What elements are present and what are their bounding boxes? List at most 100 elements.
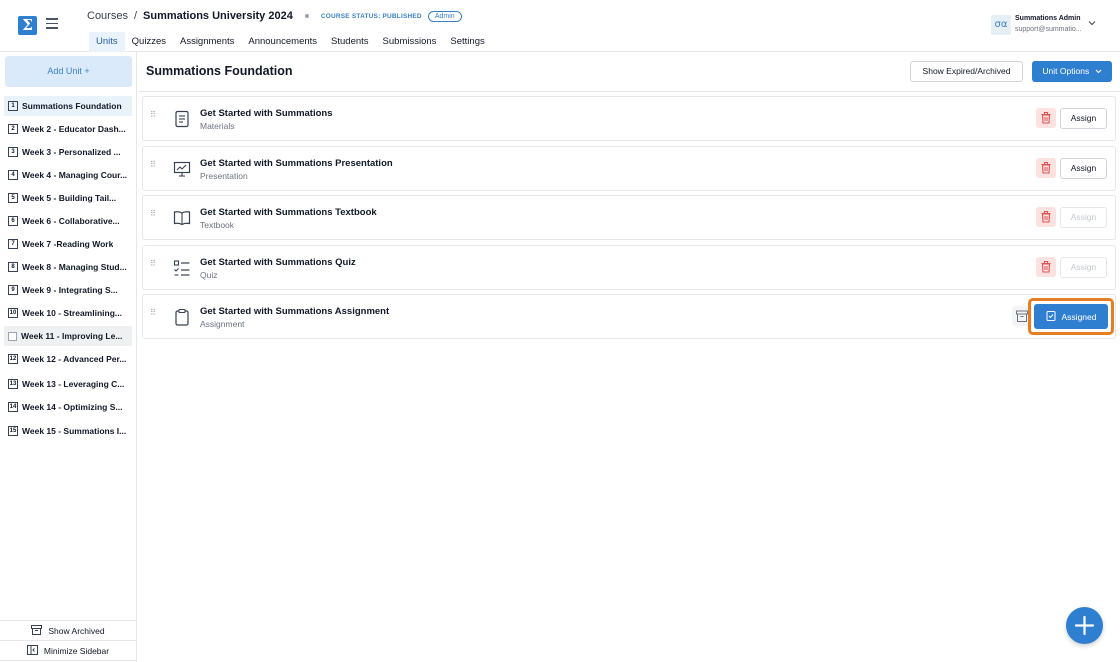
unit-item-card: ⠿ Get Started with Summations Materials …: [142, 96, 1116, 141]
sidebar-collapse-icon: [26, 644, 38, 657]
delete-button[interactable]: [1036, 108, 1056, 128]
item-type: Materials: [200, 121, 235, 131]
assign-button[interactable]: Assign: [1060, 207, 1107, 228]
unit-label: Week 8 - Managing Stud...: [22, 262, 127, 272]
unit-number: 6: [8, 216, 18, 226]
unit-list: 1 Summations Foundation 2 Week 2 - Educa…: [4, 96, 132, 444]
item-title[interactable]: Get Started with Summations Textbook: [200, 207, 377, 218]
tab-settings[interactable]: Settings: [443, 32, 491, 54]
unit-label: Week 14 - Optimizing S...: [22, 402, 123, 412]
sidebar-item-unit-2[interactable]: 2 Week 2 - Educator Dash...: [4, 116, 132, 142]
trash-icon: [1041, 162, 1051, 174]
unit-number: 1: [8, 101, 18, 111]
sidebar-item-unit-10[interactable]: 10 Week 10 - Streamlining...: [4, 300, 132, 326]
show-expired-button[interactable]: Show Expired/Archived: [910, 61, 1023, 82]
archive-icon: [31, 624, 43, 637]
unit-number: 10: [8, 308, 18, 318]
chevron-down-icon[interactable]: [1088, 19, 1096, 28]
unit-number: 7: [8, 239, 18, 249]
sidebar-item-unit-7[interactable]: 7 Week 7 -Reading Work: [4, 234, 132, 254]
item-title[interactable]: Get Started with Summations Quiz: [200, 257, 356, 268]
delete-button[interactable]: [1036, 257, 1056, 277]
user-email: support@summatio...: [1015, 26, 1082, 33]
tab-students[interactable]: Students: [324, 32, 376, 54]
app-logo[interactable]: Σ: [18, 16, 37, 35]
sidebar-item-unit-8[interactable]: 8 Week 8 - Managing Stud...: [4, 254, 132, 280]
trash-icon: [1041, 261, 1051, 273]
clipboard-icon: [172, 307, 192, 327]
breadcrumb: Courses / Summations University 2024 COU…: [87, 10, 462, 22]
sidebar-item-unit-4[interactable]: 4 Week 4 - Managing Cour...: [4, 162, 132, 188]
unit-number: 12: [8, 354, 18, 364]
user-name: Summations Admin: [1015, 15, 1081, 22]
units-sidebar: Add Unit + 1 Summations Foundation 2 Wee…: [0, 52, 137, 662]
chevron-down-icon: [1092, 66, 1102, 76]
assign-button[interactable]: Assign: [1060, 257, 1107, 278]
tab-units[interactable]: Units: [89, 32, 125, 54]
drag-handle-icon[interactable]: ⠿: [150, 309, 156, 321]
unit-item-card: ⠿ Get Started with Summations Quiz Quiz …: [142, 245, 1116, 290]
unit-number: 8: [8, 262, 18, 272]
unit-label: Week 9 - Integrating S...: [22, 285, 118, 295]
tab-assignments[interactable]: Assignments: [173, 32, 241, 54]
unit-label: Week 15 - Summations I...: [22, 426, 127, 436]
item-type: Assignment: [200, 319, 245, 329]
drag-handle-icon[interactable]: ⠿: [150, 161, 156, 173]
item-type: Textbook: [200, 220, 235, 230]
unit-label: Week 3 - Personalized ...: [22, 147, 121, 157]
tab-announcements[interactable]: Announcements: [241, 32, 324, 54]
unit-label: Summations Foundation: [22, 101, 122, 111]
add-fab-button[interactable]: [1066, 607, 1103, 644]
unit-label: Week 4 - Managing Cour...: [22, 170, 128, 180]
quiz-list-icon: [172, 258, 192, 278]
document-icon: [172, 109, 192, 129]
course-status: COURSE STATUS: PUBLISHED: [320, 12, 422, 20]
divider: [138, 91, 1120, 92]
breadcrumb-courses[interactable]: Courses: [87, 10, 128, 22]
sidebar-item-unit-9[interactable]: 9 Week 9 - Integrating S...: [4, 280, 132, 300]
drag-handle-icon[interactable]: ⠿: [150, 111, 156, 123]
unit-label: Week 12 - Advanced Per...: [22, 354, 127, 364]
assigned-button[interactable]: Assigned: [1034, 304, 1108, 329]
drag-checkbox[interactable]: [8, 331, 17, 341]
role-badge: Admin: [427, 10, 462, 22]
sidebar-item-unit-12[interactable]: 12 Week 12 - Advanced Per...: [4, 346, 132, 372]
minimize-sidebar-button[interactable]: Minimize Sidebar: [0, 641, 136, 661]
sidebar-item-unit-13[interactable]: 13 Week 13 - Leveraging C...: [4, 372, 132, 396]
drag-handle-icon[interactable]: ⠿: [150, 210, 156, 222]
menu-icon[interactable]: [46, 18, 58, 30]
assign-button[interactable]: Assign: [1060, 158, 1107, 179]
top-header: Σ Courses / Summations University 2024 C…: [0, 0, 1120, 54]
show-archived-button[interactable]: Show Archived: [0, 621, 136, 641]
delete-button[interactable]: [1036, 158, 1056, 178]
tab-submissions[interactable]: Submissions: [376, 32, 444, 54]
unit-label: Week 7 -Reading Work: [22, 239, 114, 249]
sidebar-item-unit-3[interactable]: 3 Week 3 - Personalized ...: [4, 142, 132, 162]
assign-button[interactable]: Assign: [1060, 108, 1107, 129]
sidebar-item-unit-5[interactable]: 5 Week 5 - Building Tail...: [4, 188, 132, 208]
user-menu[interactable]: σα Summations Admin support@summatio...: [989, 14, 1109, 38]
breadcrumb-separator: /: [133, 10, 138, 22]
sidebar-item-unit-11[interactable]: Week 11 - Improving Le...: [4, 326, 132, 346]
unit-item-card: ⠿ Get Started with Summations Presentati…: [142, 146, 1116, 191]
delete-button[interactable]: [1036, 207, 1056, 227]
breadcrumb-current: Summations University 2024: [143, 10, 293, 22]
presentation-icon: [172, 159, 192, 179]
unit-item-card: ⠿ Get Started with Summations Textbook T…: [142, 195, 1116, 240]
unit-item-card: ⠿ Get Started with Summations Assignment…: [142, 294, 1116, 339]
sidebar-item-unit-1[interactable]: 1 Summations Foundation: [4, 96, 132, 116]
sidebar-item-unit-15[interactable]: 15 Week 15 - Summations I...: [4, 418, 132, 444]
drag-handle-icon[interactable]: ⠿: [150, 260, 156, 272]
unit-number: 5: [8, 193, 18, 203]
item-title[interactable]: Get Started with Summations Presentation: [200, 158, 393, 169]
tab-quizzes[interactable]: Quizzes: [125, 32, 173, 54]
sidebar-item-unit-14[interactable]: 14 Week 14 - Optimizing S...: [4, 396, 132, 418]
item-title[interactable]: Get Started with Summations: [200, 108, 333, 119]
item-title[interactable]: Get Started with Summations Assignment: [200, 306, 389, 317]
add-unit-button[interactable]: Add Unit +: [5, 56, 132, 87]
unit-options-button[interactable]: Unit Options: [1032, 61, 1112, 82]
assigned-label: Assigned: [1061, 311, 1097, 322]
assigned-highlight: Assigned: [1028, 298, 1114, 335]
unit-label: Week 6 - Collaborative...: [22, 216, 120, 226]
sidebar-item-unit-6[interactable]: 6 Week 6 - Collaborative...: [4, 208, 132, 234]
